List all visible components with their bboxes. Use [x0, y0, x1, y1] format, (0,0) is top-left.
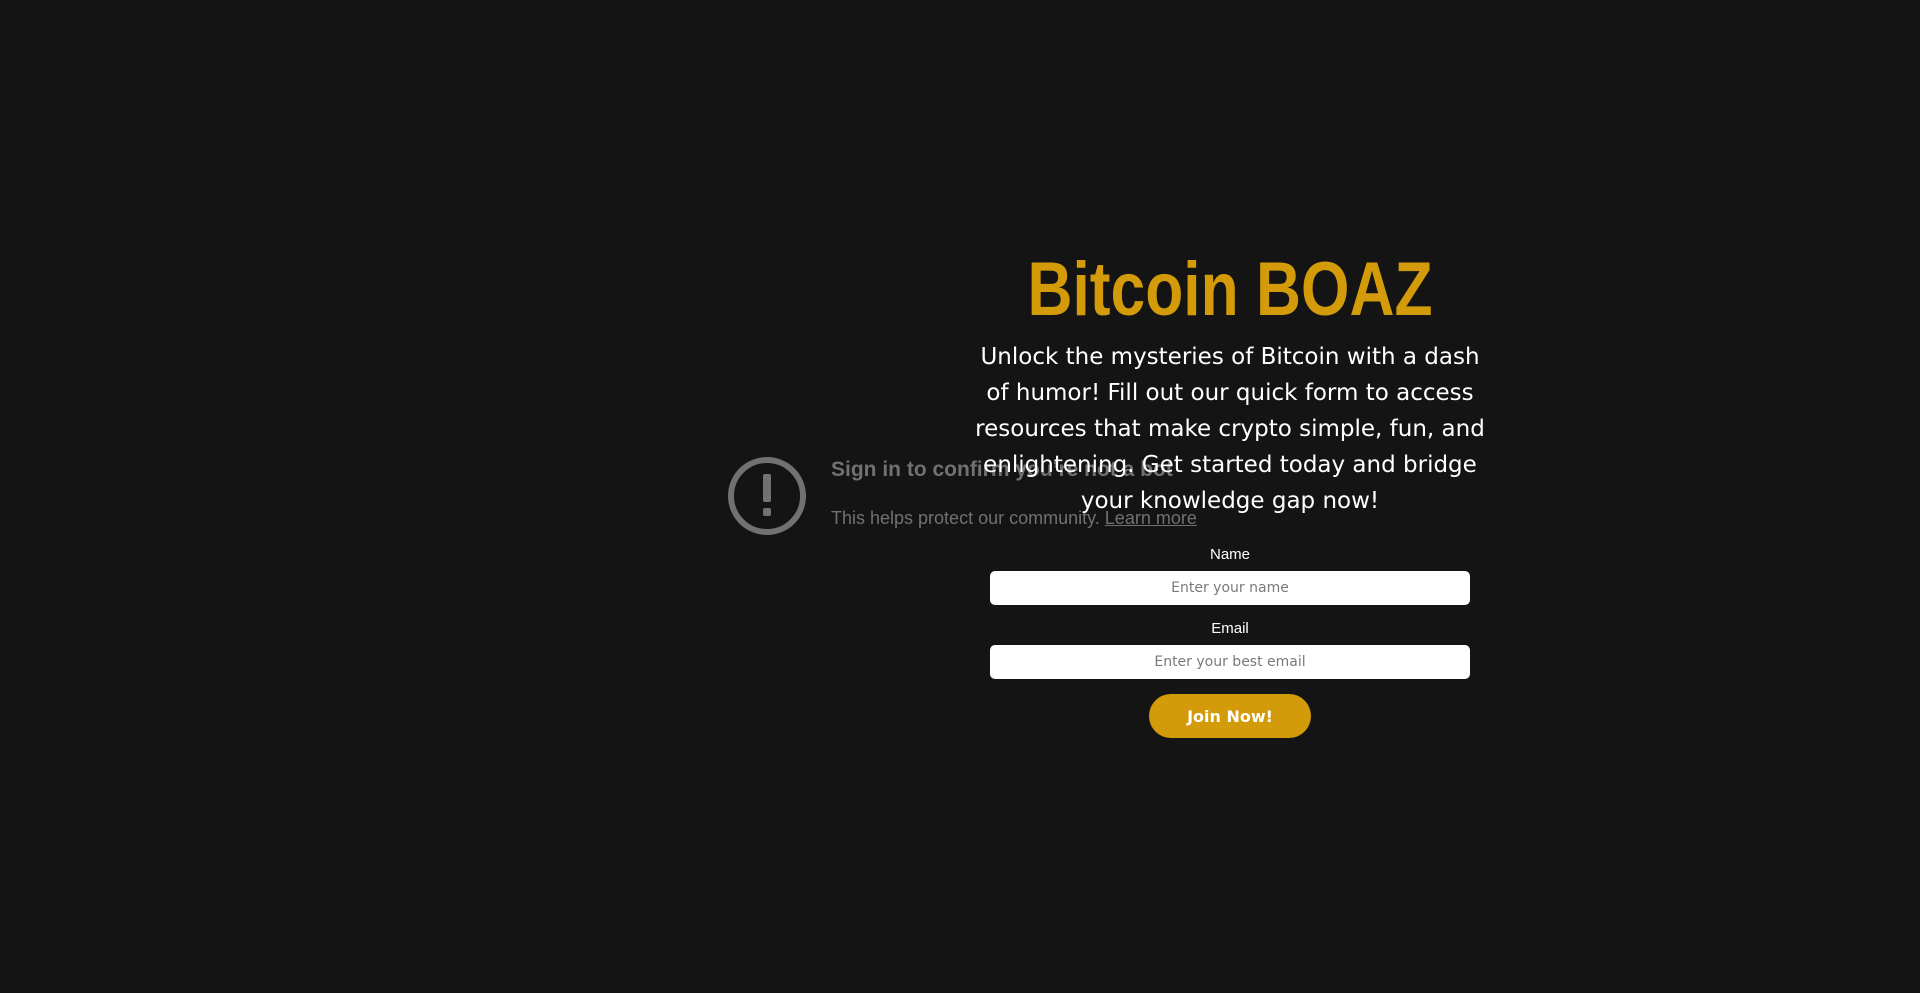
landing-page: Sign in to confirm you’re not a bot This…	[0, 0, 1920, 993]
name-label: Name	[1209, 546, 1250, 563]
page-title: Bitcoin BOAZ	[1027, 247, 1433, 332]
signup-form: Name Email Join Now!	[990, 546, 1470, 738]
alert-circle-icon	[728, 457, 806, 535]
hero-section: Bitcoin BOAZ Unlock the mysteries of Bit…	[960, 245, 1500, 519]
join-now-button[interactable]: Join Now!	[1149, 694, 1311, 738]
hero-description: Unlock the mysteries of Bitcoin with a d…	[975, 344, 1485, 514]
name-input[interactable]	[990, 571, 1470, 605]
email-label: Email	[1211, 620, 1249, 637]
email-input[interactable]	[990, 645, 1470, 679]
